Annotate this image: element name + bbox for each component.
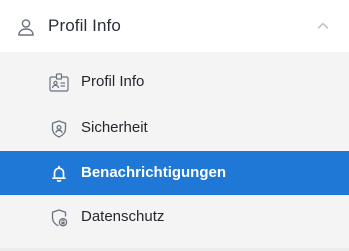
- id-badge-icon: [49, 73, 69, 92]
- nav-item-label: Benachrichtigungen: [81, 164, 227, 181]
- nav-item-sicherheit[interactable]: Sicherheit: [0, 106, 349, 150]
- privacy-shield-lock-icon: [51, 209, 68, 227]
- section-header-profil-info[interactable]: Profil Info: [0, 0, 349, 52]
- user-icon: [18, 19, 34, 36]
- section-header-label: Profil Info: [48, 16, 121, 35]
- chevron-up-icon[interactable]: [316, 19, 330, 33]
- bell-icon: [52, 165, 66, 183]
- nav-item-label: Profil Info: [81, 73, 145, 90]
- settings-nav-panel: Profil Info Profil Info Sicherheit Benac…: [0, 0, 349, 251]
- nav-item-benachrichtigungen[interactable]: Benachrichtigungen: [0, 151, 349, 195]
- nav-item-profil-info[interactable]: Profil Info: [0, 60, 349, 104]
- nav-item-label: Sicherheit: [81, 119, 148, 136]
- shield-icon: [51, 120, 67, 138]
- nav-item-datenschutz[interactable]: Datenschutz: [0, 195, 349, 239]
- nav-item-label: Datenschutz: [81, 208, 165, 225]
